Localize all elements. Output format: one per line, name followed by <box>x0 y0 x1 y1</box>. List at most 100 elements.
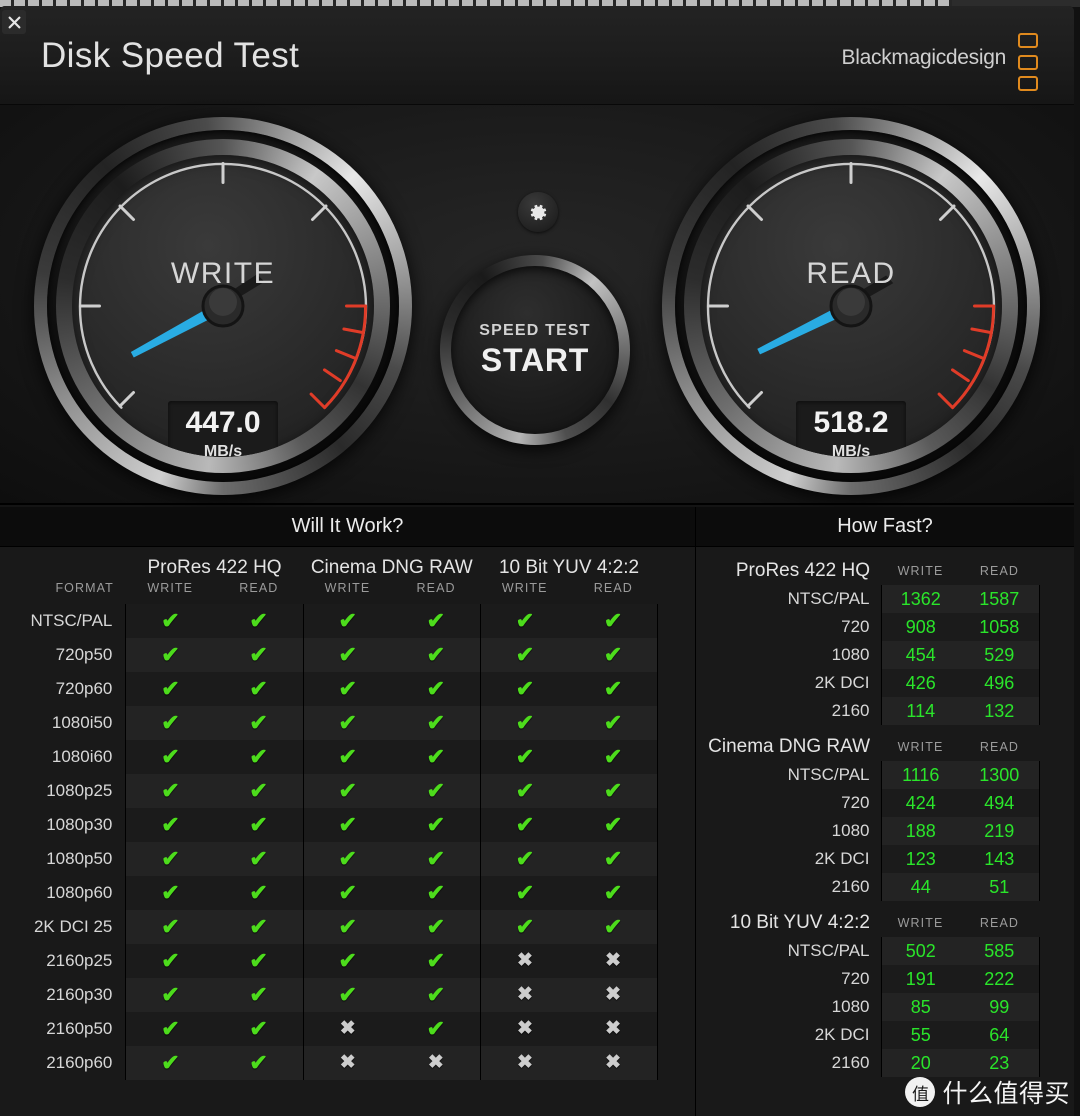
group-header-pad <box>658 547 695 581</box>
format-label: 1080p25 <box>46 781 113 800</box>
check-icon: ✔ <box>161 777 180 803</box>
prores-read-header: READ <box>239 581 279 595</box>
row-pad <box>658 706 695 740</box>
check-icon: ✔ <box>249 641 268 667</box>
format-column-header: FORMAT <box>55 581 114 595</box>
resolution-label: 720 <box>841 969 870 988</box>
write-gauge: WRITE 447.0 MB/s <box>34 117 412 495</box>
resolution-label: 2160 <box>831 1053 870 1072</box>
check-icon: ✔ <box>161 641 180 667</box>
supported-cell: ✔ <box>479 638 570 672</box>
check-icon: ✔ <box>161 709 180 735</box>
check-icon: ✔ <box>426 607 446 633</box>
supported-cell: ✔ <box>125 706 215 740</box>
supported-cell: ✔ <box>302 944 392 978</box>
table-row: 2160p60 ✔ ✔ ✖ ✖ ✖ ✖ <box>0 1046 695 1080</box>
check-icon: ✔ <box>603 641 623 667</box>
supported-cell: ✔ <box>302 842 392 876</box>
gauge-panel: WRITE 447.0 MB/s SPEED TEST START READ 5… <box>0 105 1074 505</box>
row-pad <box>1039 1021 1074 1049</box>
supported-cell: ✔ <box>125 808 215 842</box>
read-value: 529 <box>960 641 1040 669</box>
row-pad <box>1039 789 1074 817</box>
cross-icon: ✖ <box>339 1052 356 1073</box>
table-row: 1080p50 ✔ ✔ ✔ ✔ ✔ ✔ <box>0 842 695 876</box>
supported-cell: ✔ <box>479 910 570 944</box>
check-icon: ✔ <box>338 777 357 803</box>
table-row: 1080 454 529 <box>696 641 1074 669</box>
write-column-header: WRITE <box>897 916 944 930</box>
cross-icon: ✖ <box>605 1052 622 1073</box>
supported-cell: ✔ <box>479 706 570 740</box>
table-row: 1080p25 ✔ ✔ ✔ ✔ ✔ ✔ <box>0 774 695 808</box>
read-value: 585 <box>960 937 1040 965</box>
speed-test-start-button[interactable]: SPEED TEST START <box>440 255 630 445</box>
check-icon: ✔ <box>161 1049 180 1075</box>
table-row: 2K DCI 123 143 <box>696 845 1074 873</box>
unsupported-cell: ✖ <box>569 1012 659 1046</box>
supported-cell: ✔ <box>391 842 481 876</box>
check-icon: ✔ <box>338 607 357 633</box>
write-value: 426 <box>880 669 960 697</box>
cross-icon: ✖ <box>516 984 533 1005</box>
supported-cell: ✔ <box>125 672 215 706</box>
cross-icon: ✖ <box>516 950 533 971</box>
page-title: Disk Speed Test <box>41 36 300 75</box>
resolution-label: 1080 <box>831 997 870 1016</box>
supported-cell: ✔ <box>569 774 659 808</box>
row-pad <box>658 842 695 876</box>
supported-cell: ✔ <box>125 604 215 638</box>
supported-cell: ✔ <box>391 910 481 944</box>
supported-cell: ✔ <box>125 910 215 944</box>
section-header-row: ProRes 422 HQ WRITE READ <box>696 549 1074 585</box>
read-unit: MB/s <box>831 442 871 458</box>
sub-header-pad <box>658 581 695 604</box>
unsupported-cell: ✖ <box>302 1046 392 1080</box>
write-value: 454 <box>880 641 960 669</box>
supported-cell: ✔ <box>479 876 570 910</box>
check-icon: ✔ <box>515 811 535 837</box>
resolution-label: 2160 <box>831 877 870 896</box>
cross-icon: ✖ <box>427 1052 444 1073</box>
write-value: 85 <box>880 993 960 1021</box>
unsupported-cell: ✖ <box>391 1046 481 1080</box>
supported-cell: ✔ <box>391 774 481 808</box>
read-value: 494 <box>960 789 1040 817</box>
read-value: 143 <box>960 845 1040 873</box>
check-icon: ✔ <box>249 777 268 803</box>
check-icon: ✔ <box>161 743 180 769</box>
read-column-header: READ <box>979 564 1020 578</box>
table-row: 1080 85 99 <box>696 993 1074 1021</box>
yuv-read-header: READ <box>593 581 633 595</box>
read-gauge-face: READ 518.2 MB/s <box>700 155 1002 457</box>
section-header-row: Cinema DNG RAW WRITE READ <box>696 725 1074 761</box>
write-value: 44 <box>880 873 960 901</box>
read-value: 222 <box>960 965 1040 993</box>
write-value: 188 <box>880 817 960 845</box>
read-value: 219 <box>960 817 1040 845</box>
table-row: 1080i60 ✔ ✔ ✔ ✔ ✔ ✔ <box>0 740 695 774</box>
supported-cell: ✔ <box>214 706 304 740</box>
row-pad <box>658 944 695 978</box>
supported-cell: ✔ <box>302 672 392 706</box>
write-value: 447.0 <box>185 405 261 439</box>
start-button-inner: SPEED TEST START <box>451 266 619 434</box>
check-icon: ✔ <box>249 1049 268 1075</box>
check-icon: ✔ <box>249 1015 268 1041</box>
check-icon: ✔ <box>515 607 535 633</box>
format-label: 2160p25 <box>46 951 113 970</box>
app-header: Disk Speed Test Blackmagicdesign <box>0 6 1074 105</box>
close-button[interactable] <box>2 10 26 34</box>
check-icon: ✔ <box>161 1015 180 1041</box>
supported-cell: ✔ <box>391 978 481 1012</box>
read-value: 1058 <box>960 613 1040 641</box>
prores-write-header: WRITE <box>147 581 194 595</box>
supported-cell: ✔ <box>569 706 659 740</box>
read-value: 496 <box>960 669 1040 697</box>
table-row: 1080i50 ✔ ✔ ✔ ✔ ✔ ✔ <box>0 706 695 740</box>
how-fast-table: ProRes 422 HQ WRITE READ NTSC/PAL 1362 1587 72… <box>696 549 1074 1077</box>
section-name: 10 Bit YUV 4:2:2 <box>729 912 870 933</box>
write-gauge-face: WRITE 447.0 MB/s <box>72 155 374 457</box>
unsupported-cell: ✖ <box>479 944 570 978</box>
settings-button[interactable] <box>518 192 558 232</box>
